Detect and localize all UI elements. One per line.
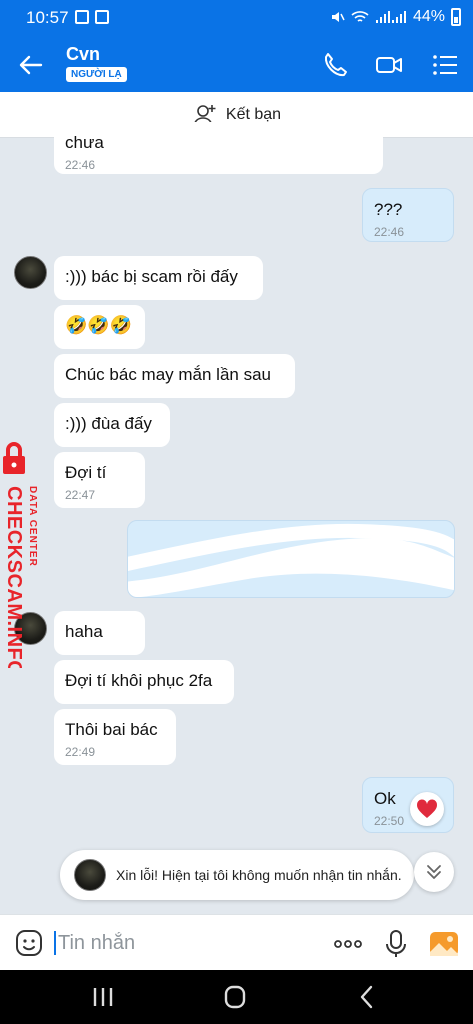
message-time: 22:46: [374, 225, 405, 239]
gallery-image-icon[interactable]: [428, 929, 460, 959]
gallery-notification-icon: [75, 10, 89, 24]
message-bubble-incoming[interactable]: Đợi tí khôi phục 2fa: [54, 660, 234, 704]
message-time: 22:49: [65, 745, 96, 759]
recents-icon[interactable]: [88, 984, 118, 1010]
message-text: ???: [374, 200, 403, 219]
microphone-icon[interactable]: [380, 929, 412, 959]
message-bubble-outgoing[interactable]: ??? 22:46: [362, 188, 454, 242]
message-bubble-incoming[interactable]: Thôi bai bác 22:49: [54, 709, 176, 765]
message-text: 🤣🤣🤣: [65, 315, 133, 335]
message-bubble-incoming[interactable]: 🤣🤣🤣: [54, 305, 145, 349]
message-text: chưa: [65, 133, 104, 152]
message-text: Ok: [374, 789, 396, 808]
message-bubble-incoming[interactable]: :))) đùa đấy: [54, 403, 170, 447]
back-arrow-icon[interactable]: [16, 50, 46, 80]
signal-icon: [375, 11, 406, 23]
back-nav-icon[interactable]: [352, 984, 382, 1010]
more-options-icon[interactable]: [332, 929, 364, 959]
message-bubble-incoming[interactable]: Đợi tí 22:47: [54, 452, 145, 508]
message-text: haha: [65, 622, 103, 641]
status-bar: 10:57 44%: [0, 0, 473, 36]
contact-avatar[interactable]: [14, 256, 47, 289]
notice-text: Xin lỗi! Hiện tại tôi không muốn nhận ti…: [116, 867, 402, 883]
message-bubble-redacted[interactable]: [127, 520, 455, 598]
message-time: 22:46: [65, 158, 96, 172]
message-bubble-incoming[interactable]: chưa 22:46: [54, 122, 383, 174]
contact-avatar: [74, 859, 106, 891]
home-icon[interactable]: [220, 984, 250, 1010]
message-text: Chúc bác may mắn lần sau: [65, 365, 271, 384]
video-call-icon[interactable]: [374, 50, 404, 80]
stranger-badge: NGƯỜI LẠ: [66, 67, 127, 82]
heart-reaction-icon[interactable]: [410, 792, 444, 826]
status-time: 10:57: [26, 8, 69, 27]
check-notification-icon: [95, 10, 109, 24]
sticker-emoji-icon[interactable]: [14, 928, 44, 958]
message-text: :))) bác bị scam rồi đấy: [65, 267, 238, 286]
message-text: Đợi tí khôi phục 2fa: [65, 671, 213, 690]
auto-reply-notice: Xin lỗi! Hiện tại tôi không muốn nhận ti…: [60, 850, 414, 900]
scroll-down-button[interactable]: [414, 852, 454, 892]
battery-percent: 44%: [412, 8, 445, 25]
message-bubble-incoming[interactable]: Chúc bác may mắn lần sau: [54, 354, 295, 398]
message-text: Đợi tí: [65, 463, 107, 482]
double-chevron-down-icon: [427, 865, 441, 879]
wifi-icon: [351, 11, 369, 22]
watermark-line1: DATA CENTER: [27, 486, 38, 567]
message-bubble-incoming[interactable]: :))) bác bị scam rồi đấy: [54, 256, 263, 300]
message-bubble-incoming[interactable]: haha: [54, 611, 145, 655]
menu-list-icon[interactable]: [430, 50, 460, 80]
mute-icon: [331, 12, 345, 22]
add-friend-label: Kết bạn: [225, 105, 282, 123]
contact-name[interactable]: Cvn: [66, 44, 100, 65]
message-input-bar: [0, 914, 473, 970]
message-text: Thôi bai bác: [65, 720, 158, 739]
watermark-line2: CHECKSCAM.INFO: [3, 486, 25, 668]
phone-icon[interactable]: [320, 50, 350, 80]
message-time: 22:47: [65, 488, 96, 502]
redaction-scribble: [128, 523, 454, 597]
message-input[interactable]: [58, 925, 308, 961]
message-text: :))) đùa đấy: [65, 414, 152, 433]
battery-icon: [451, 8, 461, 26]
system-nav-bar: [0, 970, 473, 1024]
chat-header: Cvn NGƯỜI LẠ: [0, 36, 473, 92]
watermark: DATA CENTER CHECKSCAM.INFO: [0, 438, 60, 676]
